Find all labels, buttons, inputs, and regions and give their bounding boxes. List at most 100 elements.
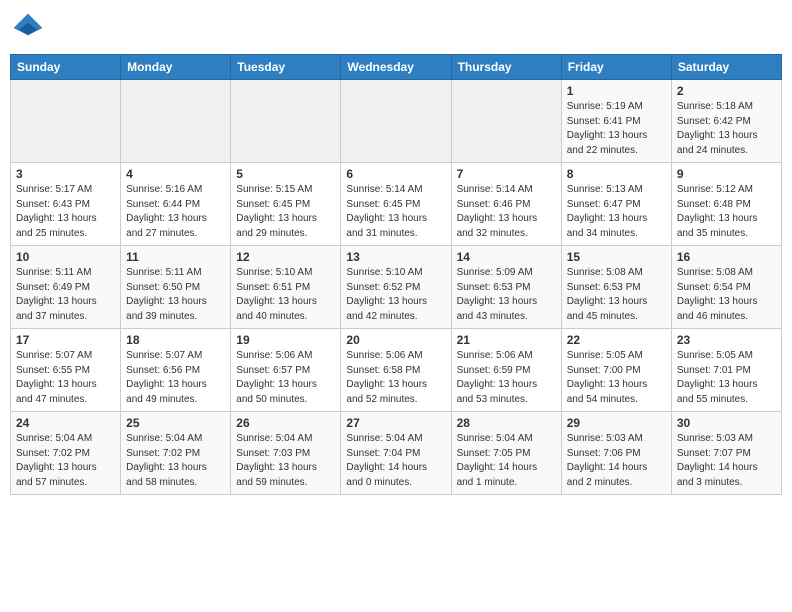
day-number: 21 xyxy=(457,333,556,347)
day-cell: 1 Sunrise: 5:19 AM Sunset: 6:41 PM Daylig… xyxy=(561,80,671,163)
day-number: 22 xyxy=(567,333,666,347)
day-cell: 26 Sunrise: 5:04 AM Sunset: 7:03 PM Dayli… xyxy=(231,412,341,495)
day-cell: 17 Sunrise: 5:07 AM Sunset: 6:55 PM Dayli… xyxy=(11,329,121,412)
day-cell: 29 Sunrise: 5:03 AM Sunset: 7:06 PM Dayli… xyxy=(561,412,671,495)
column-header-thursday: Thursday xyxy=(451,55,561,80)
day-cell xyxy=(451,80,561,163)
day-number: 6 xyxy=(346,167,445,181)
day-cell: 3Sunrise: 5:17 AM Sunset: 6:43 PM Daylig… xyxy=(11,163,121,246)
day-info: Sunrise: 5:17 AM Sunset: 6:43 PM Dayligh… xyxy=(16,183,115,241)
day-cell: 7 Sunrise: 5:14 AM Sunset: 6:46 PM Daylig… xyxy=(451,163,561,246)
day-number: 18 xyxy=(126,333,225,347)
day-number: 8 xyxy=(567,167,666,181)
column-header-saturday: Saturday xyxy=(671,55,781,80)
day-number: 12 xyxy=(236,250,335,264)
day-cell: 2 Sunrise: 5:18 AM Sunset: 6:42 PM Daylig… xyxy=(671,80,781,163)
day-info: Sunrise: 5:18 AM Sunset: 6:42 PM Dayligh… xyxy=(677,100,776,158)
day-info: Sunrise: 5:11 AM Sunset: 6:49 PM Dayligh… xyxy=(16,266,115,324)
day-number: 1 xyxy=(567,84,666,98)
day-number: 28 xyxy=(457,416,556,430)
day-cell xyxy=(11,80,121,163)
day-cell: 8 Sunrise: 5:13 AM Sunset: 6:47 PM Daylig… xyxy=(561,163,671,246)
day-cell: 18Sunrise: 5:07 AM Sunset: 6:56 PM Dayli… xyxy=(121,329,231,412)
day-info: Sunrise: 5:07 AM Sunset: 6:55 PM Dayligh… xyxy=(16,349,115,407)
day-info: Sunrise: 5:05 AM Sunset: 7:01 PM Dayligh… xyxy=(677,349,776,407)
day-info: Sunrise: 5:10 AM Sunset: 6:52 PM Dayligh… xyxy=(346,266,445,324)
day-info: Sunrise: 5:03 AM Sunset: 7:06 PM Dayligh… xyxy=(567,432,666,490)
day-cell: 10 Sunrise: 5:11 AM Sunset: 6:49 PM Dayli… xyxy=(11,246,121,329)
day-cell: 6 Sunrise: 5:14 AM Sunset: 6:45 PM Daylig… xyxy=(341,163,451,246)
day-cell xyxy=(341,80,451,163)
day-number: 26 xyxy=(236,416,335,430)
day-cell: 19 Sunrise: 5:06 AM Sunset: 6:57 PM Dayli… xyxy=(231,329,341,412)
day-info: Sunrise: 5:11 AM Sunset: 6:50 PM Dayligh… xyxy=(126,266,225,324)
column-header-sunday: Sunday xyxy=(11,55,121,80)
day-info: Sunrise: 5:16 AM Sunset: 6:44 PM Dayligh… xyxy=(126,183,225,241)
day-info: Sunrise: 5:19 AM Sunset: 6:41 PM Dayligh… xyxy=(567,100,666,158)
day-info: Sunrise: 5:04 AM Sunset: 7:03 PM Dayligh… xyxy=(236,432,335,490)
day-cell: 9Sunrise: 5:12 AM Sunset: 6:48 PM Daylig… xyxy=(671,163,781,246)
day-number: 11 xyxy=(126,250,225,264)
day-number: 2 xyxy=(677,84,776,98)
column-header-tuesday: Tuesday xyxy=(231,55,341,80)
day-number: 29 xyxy=(567,416,666,430)
day-info: Sunrise: 5:14 AM Sunset: 6:46 PM Dayligh… xyxy=(457,183,556,241)
day-number: 4 xyxy=(126,167,225,181)
day-info: Sunrise: 5:06 AM Sunset: 6:57 PM Dayligh… xyxy=(236,349,335,407)
week-row-0: 1 Sunrise: 5:19 AM Sunset: 6:41 PM Daylig… xyxy=(11,80,782,163)
day-cell: 12 Sunrise: 5:10 AM Sunset: 6:51 PM Dayli… xyxy=(231,246,341,329)
day-number: 20 xyxy=(346,333,445,347)
day-number: 15 xyxy=(567,250,666,264)
day-cell: 24 Sunrise: 5:04 AM Sunset: 7:02 PM Dayli… xyxy=(11,412,121,495)
day-number: 19 xyxy=(236,333,335,347)
day-cell: 14Sunrise: 5:09 AM Sunset: 6:53 PM Dayli… xyxy=(451,246,561,329)
day-cell: 13 Sunrise: 5:10 AM Sunset: 6:52 PM Dayli… xyxy=(341,246,451,329)
day-info: Sunrise: 5:05 AM Sunset: 7:00 PM Dayligh… xyxy=(567,349,666,407)
day-cell: 28 Sunrise: 5:04 AM Sunset: 7:05 PM Dayli… xyxy=(451,412,561,495)
day-info: Sunrise: 5:10 AM Sunset: 6:51 PM Dayligh… xyxy=(236,266,335,324)
week-row-2: 10 Sunrise: 5:11 AM Sunset: 6:49 PM Dayli… xyxy=(11,246,782,329)
day-number: 30 xyxy=(677,416,776,430)
day-info: Sunrise: 5:04 AM Sunset: 7:04 PM Dayligh… xyxy=(346,432,445,490)
day-number: 10 xyxy=(16,250,115,264)
day-cell: 15 Sunrise: 5:08 AM Sunset: 6:53 PM Dayli… xyxy=(561,246,671,329)
day-info: Sunrise: 5:04 AM Sunset: 7:02 PM Dayligh… xyxy=(16,432,115,490)
column-header-wednesday: Wednesday xyxy=(341,55,451,80)
logo xyxy=(10,10,50,46)
day-info: Sunrise: 5:14 AM Sunset: 6:45 PM Dayligh… xyxy=(346,183,445,241)
day-info: Sunrise: 5:15 AM Sunset: 6:45 PM Dayligh… xyxy=(236,183,335,241)
day-number: 17 xyxy=(16,333,115,347)
day-number: 24 xyxy=(16,416,115,430)
day-info: Sunrise: 5:13 AM Sunset: 6:47 PM Dayligh… xyxy=(567,183,666,241)
day-cell: 21 Sunrise: 5:06 AM Sunset: 6:59 PM Dayli… xyxy=(451,329,561,412)
day-cell: 20 Sunrise: 5:06 AM Sunset: 6:58 PM Dayli… xyxy=(341,329,451,412)
day-number: 13 xyxy=(346,250,445,264)
day-info: Sunrise: 5:03 AM Sunset: 7:07 PM Dayligh… xyxy=(677,432,776,490)
day-info: Sunrise: 5:06 AM Sunset: 6:58 PM Dayligh… xyxy=(346,349,445,407)
column-header-monday: Monday xyxy=(121,55,231,80)
calendar-table: SundayMondayTuesdayWednesdayThursdayFrid… xyxy=(10,54,782,495)
day-info: Sunrise: 5:08 AM Sunset: 6:54 PM Dayligh… xyxy=(677,266,776,324)
day-number: 27 xyxy=(346,416,445,430)
day-info: Sunrise: 5:09 AM Sunset: 6:53 PM Dayligh… xyxy=(457,266,556,324)
day-number: 25 xyxy=(126,416,225,430)
day-cell: 23 Sunrise: 5:05 AM Sunset: 7:01 PM Dayli… xyxy=(671,329,781,412)
day-cell xyxy=(231,80,341,163)
day-info: Sunrise: 5:06 AM Sunset: 6:59 PM Dayligh… xyxy=(457,349,556,407)
day-cell: 22 Sunrise: 5:05 AM Sunset: 7:00 PM Dayli… xyxy=(561,329,671,412)
week-row-3: 17 Sunrise: 5:07 AM Sunset: 6:55 PM Dayli… xyxy=(11,329,782,412)
day-cell: 5 Sunrise: 5:15 AM Sunset: 6:45 PM Daylig… xyxy=(231,163,341,246)
day-info: Sunrise: 5:04 AM Sunset: 7:05 PM Dayligh… xyxy=(457,432,556,490)
week-row-1: 3Sunrise: 5:17 AM Sunset: 6:43 PM Daylig… xyxy=(11,163,782,246)
day-cell xyxy=(121,80,231,163)
day-number: 5 xyxy=(236,167,335,181)
day-number: 23 xyxy=(677,333,776,347)
day-cell: 4 Sunrise: 5:16 AM Sunset: 6:44 PM Daylig… xyxy=(121,163,231,246)
day-cell: 27 Sunrise: 5:04 AM Sunset: 7:04 PM Dayli… xyxy=(341,412,451,495)
day-cell: 11 Sunrise: 5:11 AM Sunset: 6:50 PM Dayli… xyxy=(121,246,231,329)
day-number: 7 xyxy=(457,167,556,181)
calendar-header-row: SundayMondayTuesdayWednesdayThursdayFrid… xyxy=(11,55,782,80)
day-cell: 30 Sunrise: 5:03 AM Sunset: 7:07 PM Dayli… xyxy=(671,412,781,495)
day-info: Sunrise: 5:08 AM Sunset: 6:53 PM Dayligh… xyxy=(567,266,666,324)
day-info: Sunrise: 5:12 AM Sunset: 6:48 PM Dayligh… xyxy=(677,183,776,241)
